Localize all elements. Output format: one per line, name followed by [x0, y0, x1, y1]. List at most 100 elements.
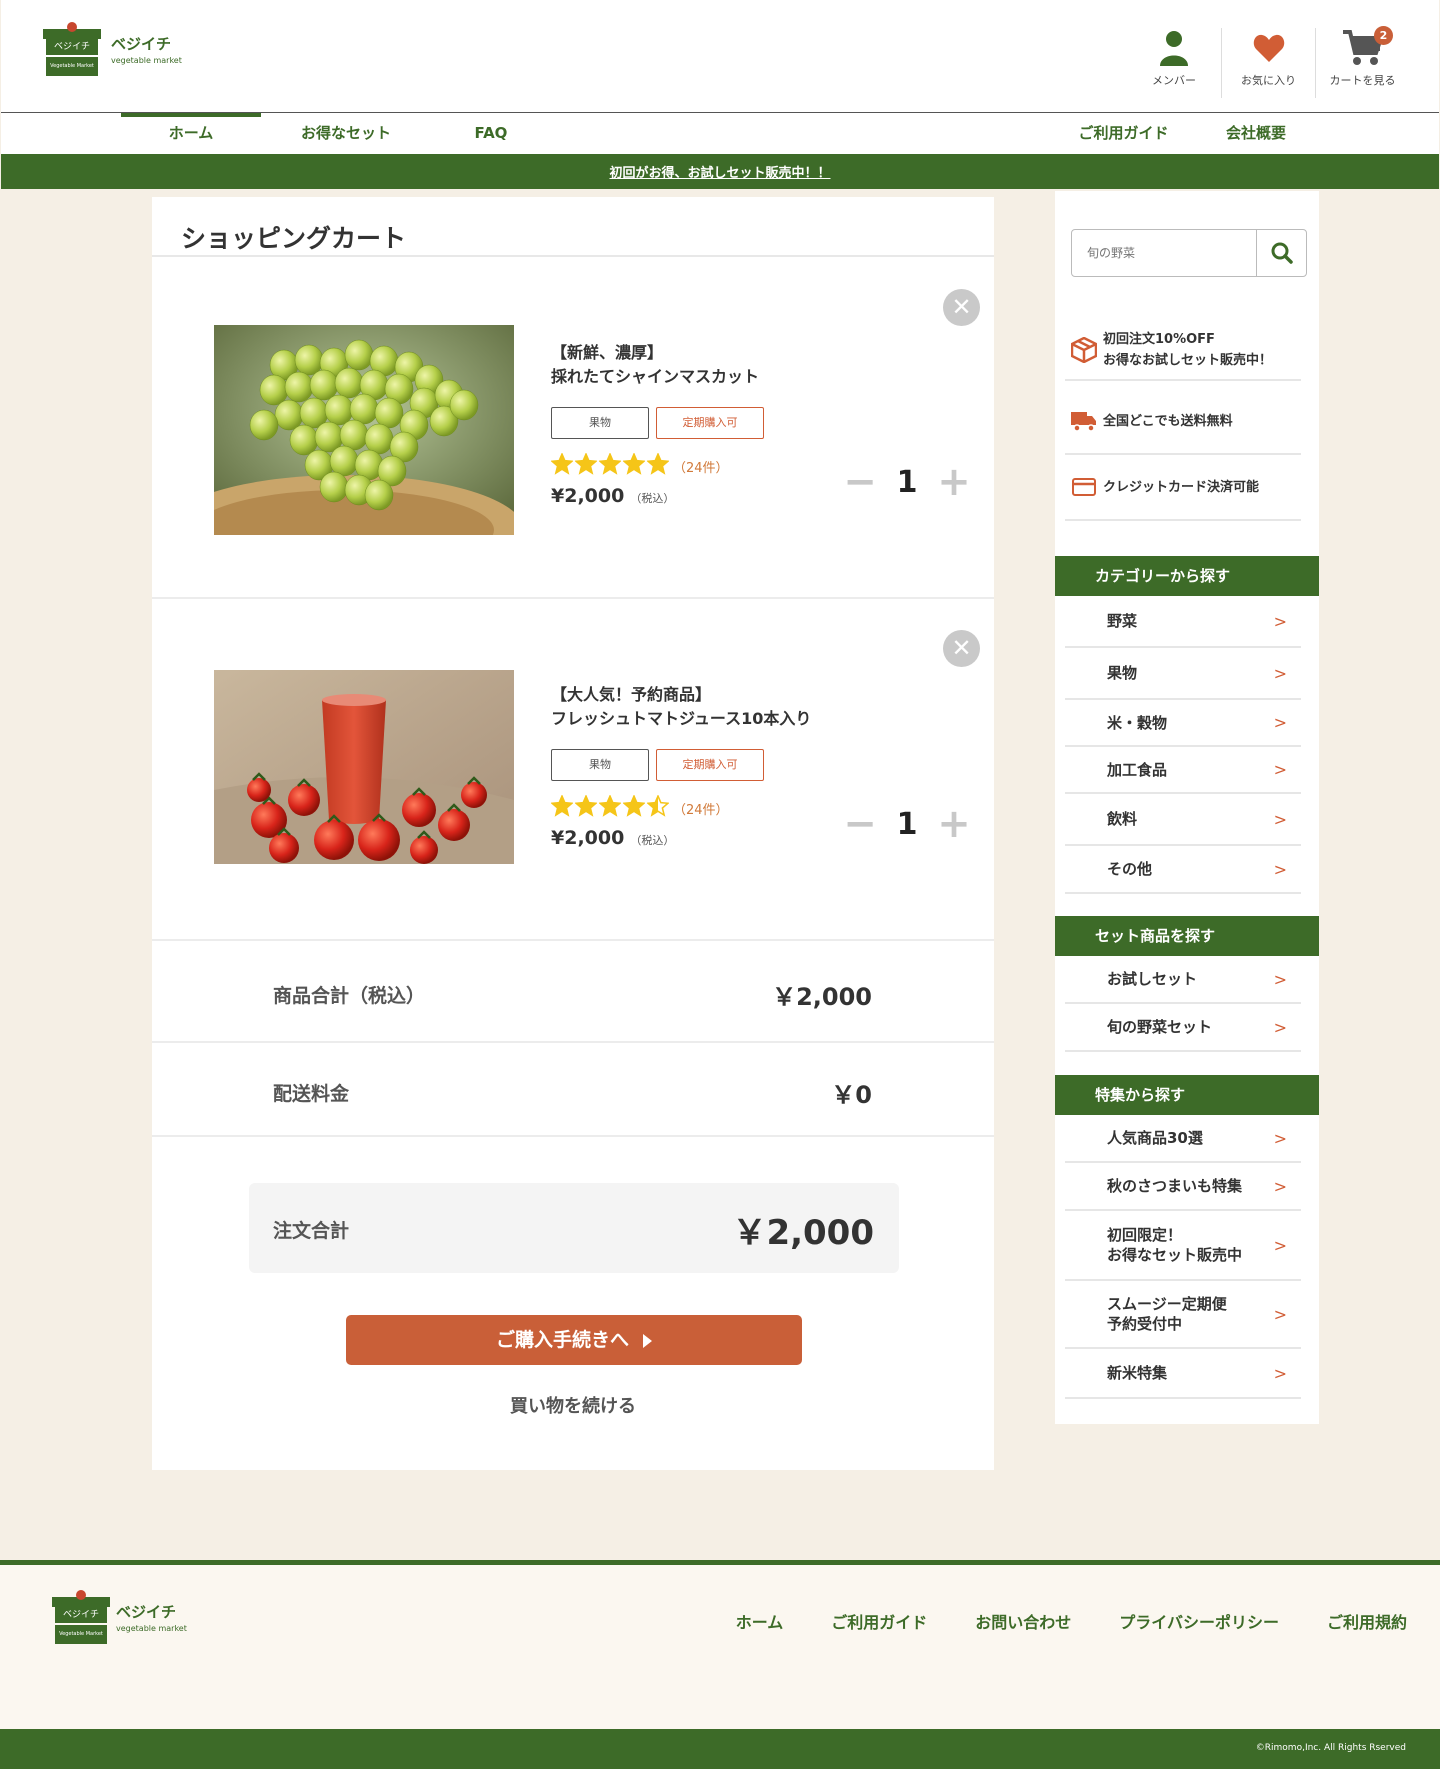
star-rating	[550, 794, 670, 821]
special-item-sweet-potato[interactable]: 秋のさつまいも特集 >	[1065, 1163, 1301, 1211]
review-count[interactable]: （24件）	[673, 799, 729, 818]
set-section-title: セット商品を探す	[1055, 916, 1319, 956]
order-total-label: 注文合計	[273, 1220, 350, 1242]
shipping-label: 配送料金	[273, 1083, 350, 1105]
feature-first-order-discount: 初回注文10%OFF お得なお試しセット販売中！	[1065, 321, 1301, 381]
nav-company[interactable]: 会社概要	[1211, 113, 1301, 154]
feature-free-shipping: 全国どこでも送料無料	[1065, 389, 1301, 455]
chevron-right-icon: >	[1273, 1304, 1287, 1324]
star-icon	[646, 794, 670, 821]
special-item-new-rice[interactable]: 新米特集 >	[1065, 1349, 1301, 1399]
chevron-right-icon: >	[1273, 1017, 1287, 1037]
footer-link-guide[interactable]: ご利用ガイド	[831, 1609, 927, 1633]
category-item-others[interactable]: その他 >	[1065, 846, 1301, 894]
nav-faq[interactable]: FAQ	[451, 113, 531, 154]
search-input[interactable]	[1072, 230, 1256, 276]
special-section-title: 特集から探す	[1055, 1075, 1319, 1115]
search-box	[1071, 229, 1307, 277]
logo-name: ベジイチ	[111, 35, 172, 53]
logo-subtitle: vegetable market	[111, 56, 182, 65]
star-icon	[574, 794, 598, 821]
site-logo[interactable]: ベジイチ Vegetable Market ベジイチ vegetable mar…	[43, 22, 182, 76]
credit-card-icon	[1065, 478, 1103, 496]
category-item-vegetables[interactable]: 野菜 >	[1065, 596, 1301, 648]
favorites-label: お気に入り	[1241, 74, 1296, 87]
increase-quantity-button[interactable]: +	[936, 459, 972, 505]
promo-banner: 初回がお得、お試しセット販売中！！	[1, 154, 1439, 189]
order-total-value: ￥2,000	[732, 1213, 874, 1253]
rating: （24件）	[550, 794, 811, 821]
nav-deals[interactable]: お得なセット	[281, 113, 411, 154]
set-item-seasonal[interactable]: 旬の野菜セット >	[1065, 1004, 1301, 1052]
site-footer: ベジイチ Vegetable Market ベジイチ vegetable mar…	[0, 1560, 1440, 1769]
set-item-trial[interactable]: お試しセット >	[1065, 956, 1301, 1004]
chevron-right-icon: >	[1273, 1176, 1287, 1196]
quantity-value: 1	[896, 464, 918, 500]
category-item-processed-foods[interactable]: 加工食品 >	[1065, 747, 1301, 794]
category-item-drinks[interactable]: 飲料 >	[1065, 794, 1301, 846]
subscription-tag: 定期購入可	[656, 407, 764, 439]
footer-link-terms[interactable]: ご利用規約	[1327, 1609, 1407, 1633]
category-tag: 果物	[551, 749, 649, 781]
nav-home[interactable]: ホーム	[121, 113, 261, 154]
decrease-quantity-button[interactable]: −	[842, 801, 878, 847]
heart-icon	[1222, 28, 1315, 68]
chevron-right-icon: >	[1273, 611, 1287, 631]
box-icon	[1065, 337, 1103, 363]
remove-item-button[interactable]: ✕	[943, 289, 980, 326]
copyright-bar: ©Rimomo,Inc. All Rights Rserved	[0, 1729, 1440, 1769]
subtotal-value: ￥2,000	[772, 983, 872, 1011]
continue-shopping-link[interactable]: 買い物を続ける	[152, 1392, 994, 1418]
footer-link-home[interactable]: ホーム	[736, 1609, 784, 1633]
rating: （24件）	[550, 452, 771, 479]
category-tag: 果物	[551, 407, 649, 439]
remove-item-button[interactable]: ✕	[943, 630, 980, 667]
product-name[interactable]: 【新鮮、濃厚】 採れたてシャインマスカット	[551, 341, 771, 389]
product-price: ¥2,000 （税込）	[551, 827, 675, 849]
promo-banner-link[interactable]: 初回がお得、お試しセット販売中！！	[609, 166, 830, 181]
star-icon	[550, 794, 574, 821]
product-price: ¥2,000 （税込）	[551, 485, 675, 507]
footer-link-privacy[interactable]: プライバシーポリシー	[1119, 1609, 1279, 1633]
review-count[interactable]: （24件）	[673, 457, 729, 476]
copyright-text: ©Rimomo,Inc. All Rights Rserved	[1255, 1743, 1406, 1753]
chevron-right-icon: >	[1273, 859, 1287, 879]
truck-icon	[1065, 410, 1103, 432]
footer-logo[interactable]: ベジイチ Vegetable Market ベジイチ vegetable mar…	[52, 1590, 187, 1644]
nav-guide[interactable]: ご利用ガイド	[1061, 113, 1186, 154]
chevron-right-icon: >	[1273, 809, 1287, 829]
user-icon	[1127, 28, 1221, 68]
category-section-title: カテゴリーから探す	[1055, 556, 1319, 596]
chevron-right-icon: >	[1273, 663, 1287, 683]
market-stall-logo-icon: ベジイチ Vegetable Market	[52, 1590, 110, 1644]
shipping-value: ￥0	[831, 1081, 872, 1109]
product-name[interactable]: 【大人気！予約商品】 フレッシュトマトジュース10本入り	[551, 683, 811, 731]
member-button[interactable]: メンバー	[1127, 28, 1221, 98]
category-item-grains[interactable]: 米・穀物 >	[1065, 700, 1301, 747]
order-total: 注文合計 ￥2,000	[249, 1183, 899, 1273]
chevron-right-icon: >	[1273, 969, 1287, 989]
footer-link-contact[interactable]: お問い合わせ	[975, 1609, 1071, 1633]
site-header: ベジイチ Vegetable Market ベジイチ vegetable mar…	[1, 0, 1439, 113]
favorites-button[interactable]: お気に入り	[1221, 28, 1315, 98]
product-image-tomato-juice[interactable]	[214, 670, 514, 864]
special-item-first-time[interactable]: 初回限定！ お得なセット販売中 >	[1065, 1211, 1301, 1281]
subtotal-label: 商品合計（税込）	[273, 985, 426, 1007]
cart-count-badge: 2	[1374, 26, 1393, 45]
special-item-smoothie[interactable]: スムージー定期便 予約受付中 >	[1065, 1281, 1301, 1349]
page-title: ショッピングカート	[152, 197, 994, 257]
decrease-quantity-button[interactable]: −	[842, 459, 878, 505]
chevron-right-icon: >	[1273, 1128, 1287, 1148]
cart-button[interactable]: 2 カートを見る	[1315, 26, 1409, 98]
quantity-value: 1	[896, 806, 918, 842]
search-button[interactable]	[1256, 230, 1306, 276]
feature-credit-card: クレジットカード決済可能	[1065, 455, 1301, 521]
sidebar: 初回注文10%OFFお得なお試しセット販売中！ 全国どこでも送料無料 クレジット…	[1055, 191, 1319, 1424]
cart-item: ✕ 【新鮮、濃厚】 採れたてシャインマスカット 果物 定期購入可 （24件） ¥…	[152, 259, 994, 599]
product-image-grapes[interactable]	[214, 325, 514, 535]
chevron-right-icon: >	[1273, 1235, 1287, 1255]
increase-quantity-button[interactable]: +	[936, 801, 972, 847]
checkout-button[interactable]: ご購入手続きへ	[346, 1315, 802, 1365]
special-item-popular[interactable]: 人気商品30選 >	[1065, 1115, 1301, 1163]
category-item-fruits[interactable]: 果物 >	[1065, 648, 1301, 700]
